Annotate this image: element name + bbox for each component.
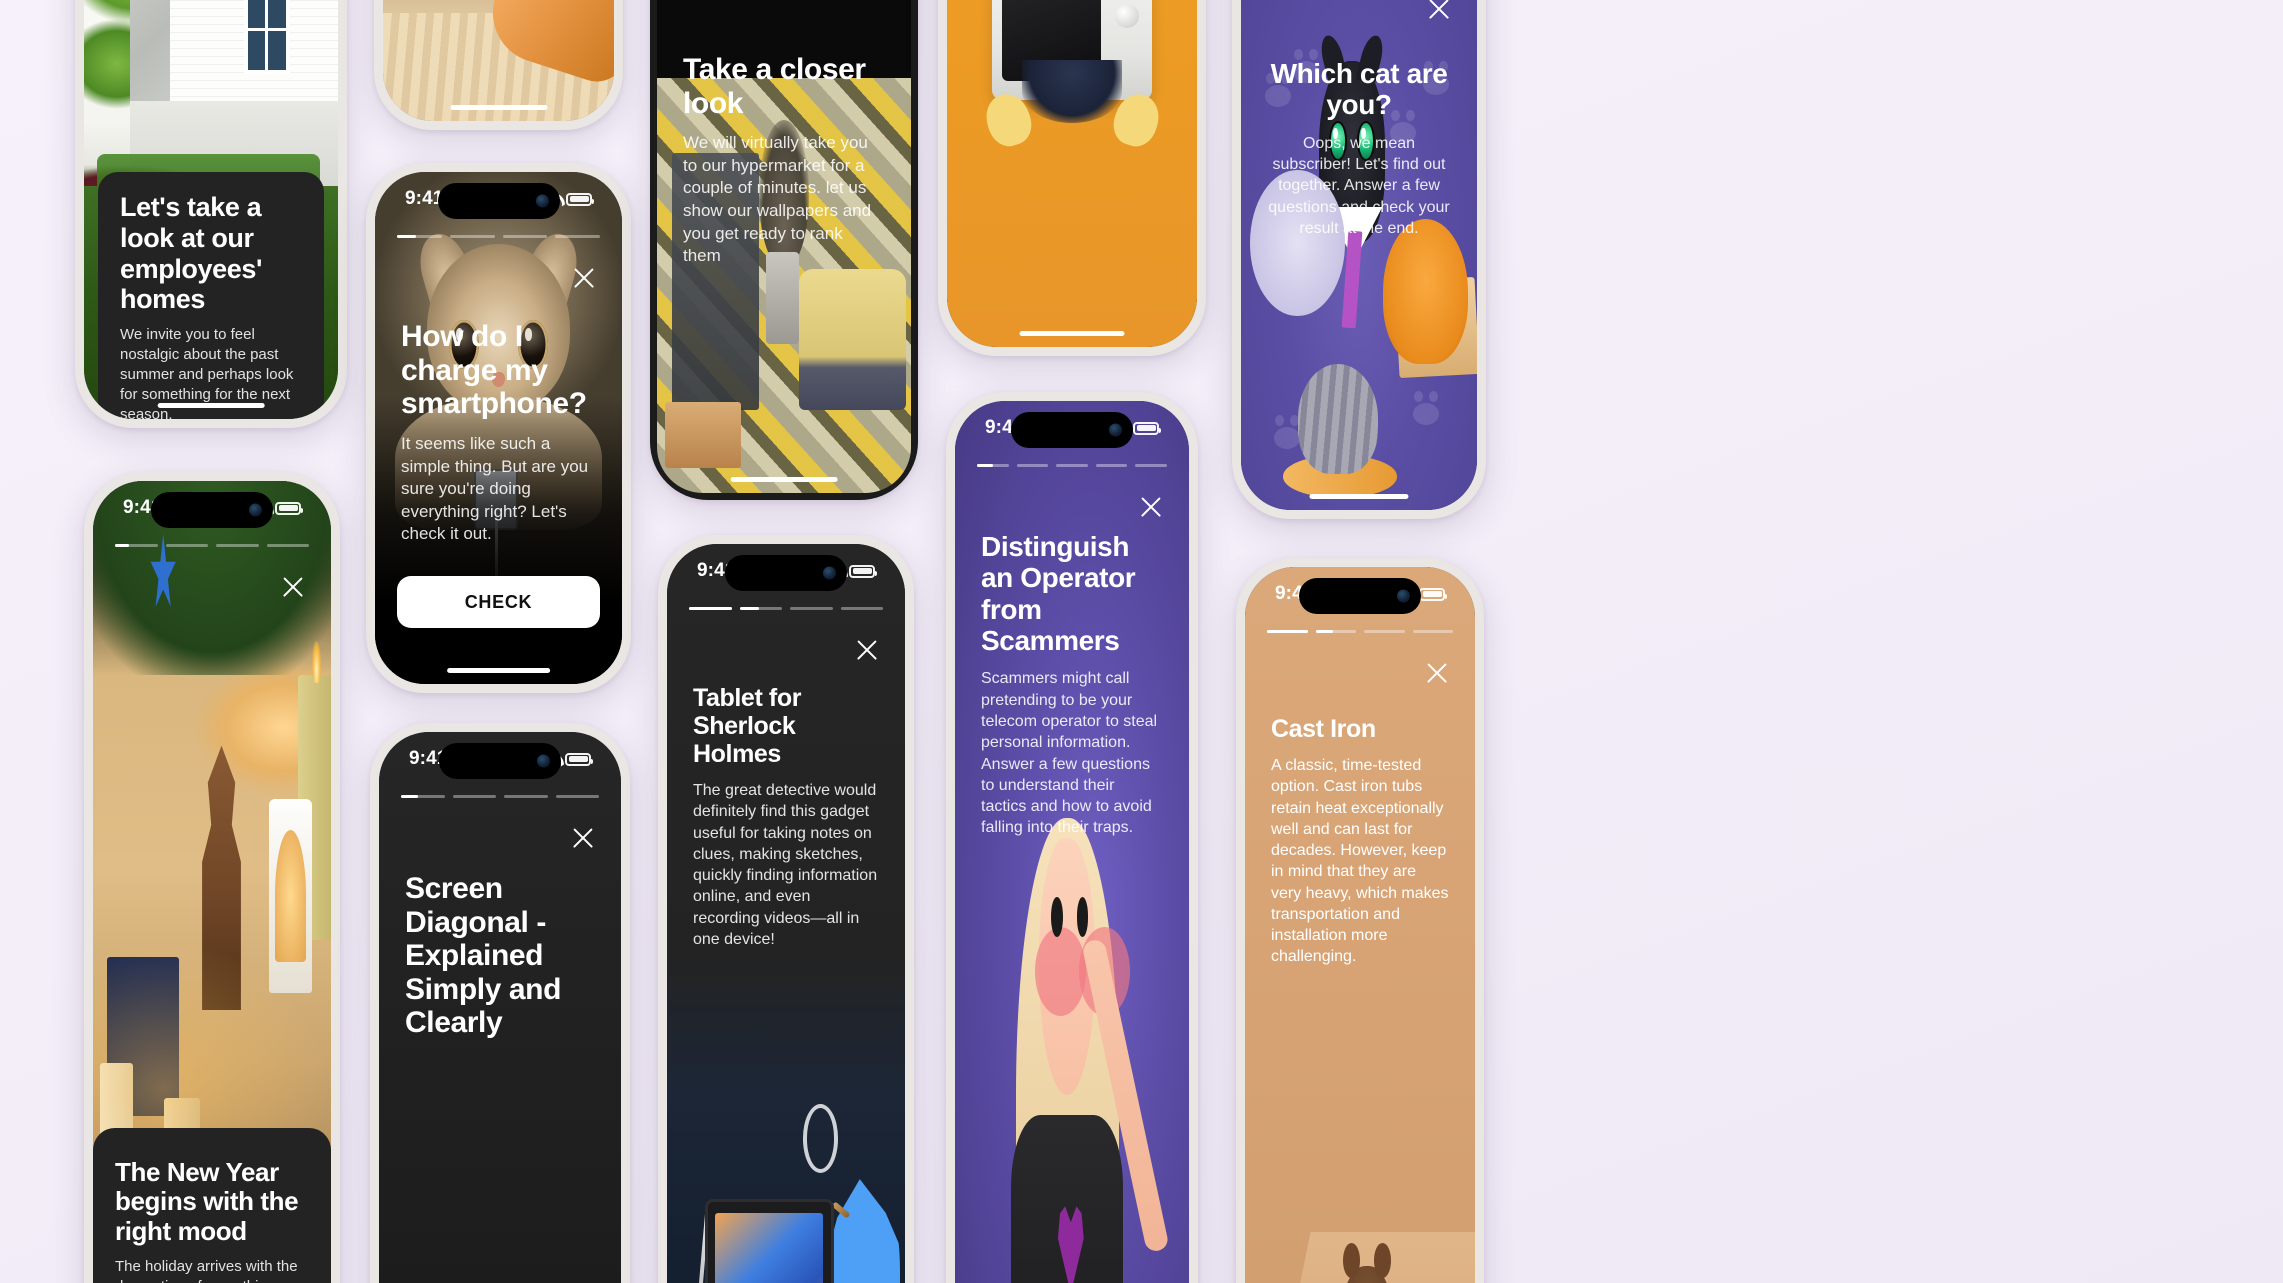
battery-icon xyxy=(275,501,303,515)
story-card-which-cat-are-you[interactable]: 9:41 Which cat are you? Oops, we mean su… xyxy=(1232,0,1486,519)
dynamic-island xyxy=(1299,578,1421,614)
story-body: Oops, we mean subscriber! Let's find out… xyxy=(1268,134,1450,237)
story-card-tablet-for-sherlock[interactable]: 9:41 Tablet for Sherlock Holmes The grea… xyxy=(658,535,914,1283)
close-icon[interactable] xyxy=(1423,659,1451,687)
battery-icon xyxy=(849,564,877,578)
story-text-block: Which cat are you? Oops, we mean subscri… xyxy=(1241,58,1477,239)
phone-screen: 9:41 The New Year begins with the right … xyxy=(93,481,331,1283)
story-title: Tablet for Sherlock Holmes xyxy=(693,684,802,768)
battery-icon xyxy=(1419,587,1447,601)
story-body: The holiday arrives with the decoration … xyxy=(115,1257,298,1283)
story-card-sleeping-pets[interactable] xyxy=(374,0,623,130)
close-icon[interactable] xyxy=(1425,0,1453,23)
story-body: It seems like such a simple thing. But a… xyxy=(401,433,589,544)
story-card-employees-homes[interactable]: Let's take a look at our employees' home… xyxy=(75,0,347,428)
story-card-screen-diagonal[interactable]: 9:41 Screen Diagonal - Explained Simply … xyxy=(370,723,630,1283)
phone-screen: 9:41 Cast Iron A classic, time-tested op… xyxy=(1245,567,1475,1283)
home-indicator xyxy=(1019,331,1125,336)
close-icon[interactable] xyxy=(859,0,887,3)
phone-screen: delicious recipes that can be implemente… xyxy=(947,0,1197,347)
dynamic-island xyxy=(151,492,273,528)
story-text-block: Screen Diagonal - Explained Simply and C… xyxy=(379,872,621,1040)
battery-icon xyxy=(566,192,594,206)
phone-screen: 9:41 Tablet for Sherlock Holmes The grea… xyxy=(667,544,905,1283)
close-icon[interactable] xyxy=(853,636,881,664)
story-text-block: Tablet for Sherlock Holmes The great det… xyxy=(667,684,905,950)
story-title: Cast Iron xyxy=(1271,715,1376,743)
story-title: How do I charge my smartphone? xyxy=(401,320,587,421)
close-icon[interactable] xyxy=(279,573,307,601)
story-title: Let's take a look at our employees' home… xyxy=(120,192,262,315)
phone-screen: 9:41 Screen Diagonal - Explained Simply … xyxy=(379,732,621,1283)
battery-icon xyxy=(565,752,593,766)
dynamic-island xyxy=(1011,412,1133,448)
story-title: Which cat are you? xyxy=(1270,58,1448,121)
story-title: The New Year begins with the right mood xyxy=(115,1156,299,1246)
home-indicator xyxy=(449,105,548,110)
story-card-how-do-i-charge[interactable]: 9:41 How do I charge my smartphone? It s… xyxy=(366,163,631,693)
home-indicator xyxy=(446,668,551,673)
story-progress-bar[interactable] xyxy=(1267,630,1453,633)
story-progress-bar[interactable] xyxy=(401,795,599,798)
stories-gallery-board: Let's take a look at our employees' home… xyxy=(0,0,2283,1283)
phone-screen: 9:41 How do I charge my smartphone? It s… xyxy=(375,172,622,684)
story-card-cast-iron[interactable]: 9:41 Cast Iron A classic, time-tested op… xyxy=(1236,558,1484,1283)
close-icon[interactable] xyxy=(1137,493,1165,521)
close-icon[interactable] xyxy=(570,264,598,292)
phone-screen: 9:41 Distinguish an Operator from Scamme… xyxy=(955,401,1189,1283)
microwave-chef-illustration xyxy=(947,0,1197,347)
story-card-distinguish-operator-scammers[interactable]: 9:41 Distinguish an Operator from Scamme… xyxy=(946,392,1198,1283)
home-indicator xyxy=(1309,494,1409,499)
story-title: Distinguish an Operator from Scammers xyxy=(981,531,1136,657)
home-indicator xyxy=(157,403,265,408)
story-card-microwave-recipes[interactable]: delicious recipes that can be implemente… xyxy=(938,0,1206,356)
sloth-and-ginger-kitten-photo xyxy=(383,0,614,121)
phone-screen: Let's take a look at our employees' home… xyxy=(84,0,338,419)
story-progress-bar[interactable] xyxy=(115,544,309,547)
story-text-block: How do I charge my smartphone? It seems … xyxy=(375,320,622,546)
home-indicator xyxy=(730,477,838,482)
phone-screen: 9:41 Take a closer look We will virtuall… xyxy=(657,0,911,493)
story-progress-bar[interactable] xyxy=(689,607,883,610)
story-text-block: The New Year begins with the right mood … xyxy=(93,1127,331,1283)
dynamic-island xyxy=(439,743,561,779)
story-text-block: Take a closer look We will virtually tak… xyxy=(657,53,911,268)
check-button[interactable]: CHECK xyxy=(397,576,600,628)
dynamic-island xyxy=(725,555,847,591)
story-body: A classic, time-tested option. Cast iron… xyxy=(1271,757,1449,966)
story-body: The great detective would definitely fin… xyxy=(693,782,878,948)
story-progress-bar[interactable] xyxy=(977,464,1167,467)
story-text-block: Cast Iron A classic, time-tested option.… xyxy=(1245,715,1475,968)
dynamic-island xyxy=(437,183,560,219)
battery-icon xyxy=(1133,421,1161,435)
story-card-take-a-closer-look[interactable]: 9:41 Take a closer look We will virtuall… xyxy=(650,0,918,500)
close-icon[interactable] xyxy=(569,824,597,852)
story-body: Scammers might call pretending to be you… xyxy=(981,670,1158,837)
story-text-block: Distinguish an Operator from Scammers Sc… xyxy=(955,531,1189,839)
story-card-new-year-mood[interactable]: 9:41 The New Year begins with the right … xyxy=(84,472,340,1283)
phone-screen xyxy=(383,0,614,121)
phone-screen: 9:41 Which cat are you? Oops, we mean su… xyxy=(1241,0,1477,510)
story-title: Screen Diagonal - Explained Simply and C… xyxy=(405,872,562,1040)
story-text-block: Let's take a look at our employees' home… xyxy=(98,172,324,419)
story-title: Take a closer look xyxy=(683,53,866,120)
story-body: We will virtually take you to our hyperm… xyxy=(683,133,872,266)
story-progress-bar[interactable] xyxy=(397,235,600,238)
